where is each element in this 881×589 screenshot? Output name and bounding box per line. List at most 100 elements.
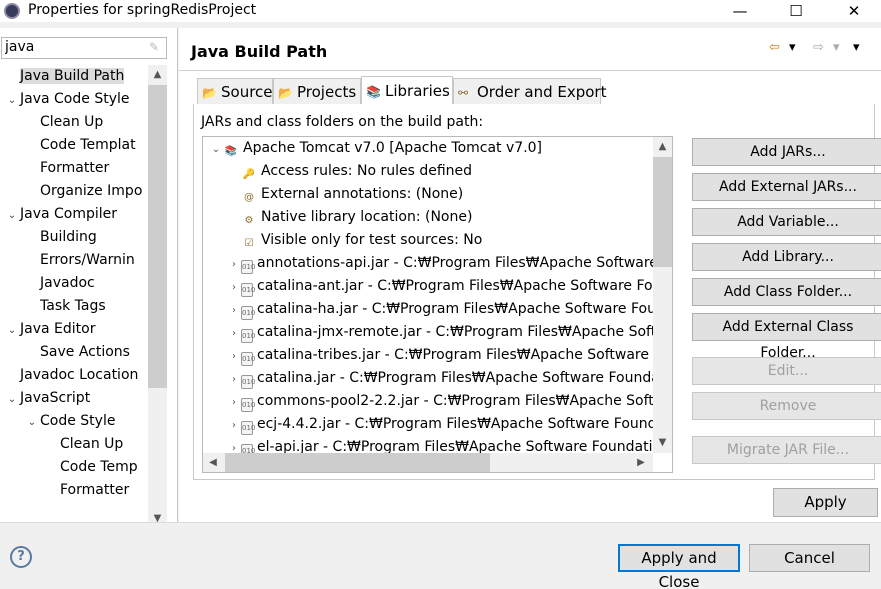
jar-entry[interactable]: › 010 catalina-ant.jar - C:₩Program Files₩… bbox=[227, 275, 653, 298]
nav-tree-item[interactable]: Task Tags bbox=[24, 295, 106, 318]
forward-menu-chevron-icon[interactable]: ▾ bbox=[833, 38, 840, 58]
libraries-vertical-scrollbar[interactable]: ▲ ▼ bbox=[653, 137, 672, 453]
expand-chevron-icon[interactable]: › bbox=[227, 368, 241, 391]
expand-chevron-icon[interactable]: ⌄ bbox=[4, 319, 20, 342]
nav-tree-item[interactable]: Clean Up bbox=[44, 433, 123, 456]
nav-tree-vertical-scrollbar[interactable]: ▲ ▼ bbox=[148, 65, 167, 529]
libraries-horizontal-scrollbar[interactable]: ◀ ▶ bbox=[203, 453, 653, 472]
expand-chevron-icon[interactable]: › bbox=[227, 437, 241, 453]
jar-entry[interactable]: › 010 ecj-4.4.2.jar - C:₩Program Files₩Apa… bbox=[227, 413, 653, 436]
scroll-down-icon[interactable]: ▼ bbox=[653, 433, 672, 453]
add-external-jars-button[interactable]: Add External JARs... bbox=[692, 173, 881, 201]
migrate-jar-button[interactable]: Migrate JAR File... bbox=[692, 436, 881, 464]
forward-arrow-icon[interactable]: ⇨ bbox=[813, 38, 824, 58]
jar-entry[interactable]: › 010 catalina.jar - C:₩Program Files₩Apac… bbox=[227, 367, 653, 390]
nav-tree-item[interactable]: Errors/Warnin bbox=[24, 249, 135, 272]
library-container[interactable]: ⌄ 📚 Apache Tomcat v7.0 [Apache Tomcat v7.0… bbox=[209, 137, 542, 160]
expand-chevron-icon[interactable]: › bbox=[227, 414, 241, 437]
expand-chevron-icon[interactable]: ⌄ bbox=[24, 411, 40, 434]
add-library-button[interactable]: Add Library... bbox=[692, 243, 881, 271]
library-attribute[interactable]: @ External annotations: (None) bbox=[227, 183, 463, 206]
nav-tree-item[interactable]: Save Actions bbox=[24, 341, 130, 364]
filter-input[interactable] bbox=[5, 39, 145, 55]
expand-chevron-icon[interactable]: › bbox=[227, 299, 241, 322]
expand-chevron-icon[interactable]: ⌄ bbox=[209, 138, 223, 161]
nav-tree-item[interactable]: ⌄ Java Compiler bbox=[4, 203, 117, 226]
nav-tree-item-label: Formatter bbox=[40, 160, 110, 176]
jar-entry[interactable]: › 010 el-api.jar - C:₩Program Files₩Apache… bbox=[227, 436, 653, 453]
tab-libraries[interactable]: 📚 Libraries bbox=[361, 76, 453, 104]
projects-icon: 📂 bbox=[278, 86, 293, 100]
clear-filter-icon[interactable]: ✎ bbox=[149, 40, 163, 54]
view-menu-chevron-icon[interactable]: ▾ bbox=[853, 38, 860, 58]
nav-tree-item-label: Code Templat bbox=[40, 137, 136, 153]
library-row-label: catalina-jmx-remote.jar - C:₩Program Fil… bbox=[257, 324, 653, 340]
filter-field[interactable]: ✎ bbox=[1, 37, 167, 59]
jar-entry[interactable]: › 010 annotations-api.jar - C:₩Program Fil… bbox=[227, 252, 653, 275]
help-icon[interactable]: ? bbox=[10, 546, 32, 568]
nav-tree-item[interactable]: Clean Up bbox=[24, 111, 103, 134]
add-external-class-folder-button[interactable]: Add External Class Folder... bbox=[692, 313, 881, 361]
nav-tree-item-label: Javadoc Location bbox=[20, 367, 139, 383]
nav-tree-item[interactable]: Formatter bbox=[24, 157, 109, 180]
page-navigation: ⇦ ▾ ⇨ ▾ ▾ bbox=[769, 38, 869, 58]
nav-tree-item[interactable]: Code Templat bbox=[24, 134, 136, 157]
nav-tree-item[interactable]: ⌄ Java Editor bbox=[4, 318, 96, 342]
nav-tree-item[interactable]: Building bbox=[24, 226, 97, 249]
tab-order-and-export[interactable]: ⚯ Order and Export bbox=[453, 78, 607, 104]
library-attribute[interactable]: ⚙ Native library location: (None) bbox=[227, 206, 473, 229]
nav-tree-item[interactable]: Code Temp bbox=[44, 456, 138, 479]
expand-chevron-icon[interactable]: › bbox=[227, 276, 241, 299]
nav-tree-item[interactable]: Javadoc Location bbox=[4, 364, 138, 387]
expand-chevron-icon[interactable]: › bbox=[227, 322, 241, 345]
nav-tree-item[interactable]: Formatter bbox=[44, 479, 129, 502]
scroll-thumb[interactable] bbox=[225, 453, 490, 472]
apply-button[interactable]: Apply bbox=[773, 488, 878, 517]
close-button[interactable]: ✕ bbox=[831, 0, 877, 22]
add-class-folder-button[interactable]: Add Class Folder... bbox=[692, 278, 881, 306]
back-menu-chevron-icon[interactable]: ▾ bbox=[789, 38, 796, 58]
add-jars-button[interactable]: Add JARs... bbox=[692, 138, 881, 166]
nav-tree-item[interactable]: Java Build Path bbox=[4, 65, 125, 88]
back-arrow-icon[interactable]: ⇦ bbox=[769, 38, 780, 58]
jar-entry[interactable]: › 010 catalina-ha.jar - C:₩Program Files₩A… bbox=[227, 298, 653, 321]
jar-entry[interactable]: › 010 catalina-tribes.jar - C:₩Program Fil… bbox=[227, 344, 653, 367]
tab-projects[interactable]: 📂 Projects bbox=[273, 78, 361, 104]
library-attribute[interactable]: ☑ Visible only for test sources: No bbox=[227, 229, 483, 252]
libraries-tree[interactable]: ⌄ 📚 Apache Tomcat v7.0 [Apache Tomcat v7.0… bbox=[202, 136, 673, 473]
expand-chevron-icon[interactable]: › bbox=[227, 253, 241, 276]
native-library-icon: ⚙ bbox=[244, 215, 254, 226]
title-separator bbox=[179, 70, 881, 71]
nav-tree-item[interactable]: ⌄ Code Style bbox=[24, 410, 116, 434]
cancel-button[interactable]: Cancel bbox=[749, 544, 870, 572]
scroll-left-icon[interactable]: ◀ bbox=[203, 453, 223, 472]
nav-tree-item[interactable]: Organize Impo bbox=[24, 180, 142, 203]
scroll-up-icon[interactable]: ▲ bbox=[148, 65, 167, 85]
expand-chevron-icon[interactable]: ⌄ bbox=[4, 204, 20, 227]
nav-tree-item[interactable]: ⌄ Java Code Style bbox=[4, 88, 130, 112]
expand-chevron-icon[interactable]: › bbox=[227, 345, 241, 368]
nav-tree-item-label: Errors/Warnin bbox=[40, 252, 135, 268]
apply-and-close-button[interactable]: Apply and Close bbox=[618, 544, 740, 589]
remove-button[interactable]: Remove bbox=[692, 392, 881, 420]
jar-icon: 010 bbox=[241, 260, 255, 274]
jar-entry[interactable]: › 010 commons-pool2-2.2.jar - C:₩Program F… bbox=[227, 390, 653, 413]
edit-button[interactable]: Edit... bbox=[692, 357, 881, 385]
libraries-tree-rows: ⌄ 📚 Apache Tomcat v7.0 [Apache Tomcat v7.0… bbox=[203, 137, 653, 453]
tab-source[interactable]: 📂 Source bbox=[197, 78, 273, 104]
nav-tree-item[interactable]: Javadoc bbox=[24, 272, 95, 295]
jar-entry[interactable]: › 010 catalina-jmx-remote.jar - C:₩Program… bbox=[227, 321, 653, 344]
maximize-button[interactable]: ☐ bbox=[773, 0, 819, 22]
scroll-right-icon[interactable]: ▶ bbox=[631, 453, 651, 472]
scroll-up-icon[interactable]: ▲ bbox=[653, 137, 672, 157]
library-row-label: Apache Tomcat v7.0 [Apache Tomcat v7.0] bbox=[243, 140, 543, 156]
expand-chevron-icon[interactable]: ⌄ bbox=[4, 388, 20, 411]
expand-chevron-icon[interactable]: › bbox=[227, 391, 241, 414]
nav-tree-item[interactable]: ⌄ JavaScript bbox=[4, 387, 90, 410]
add-variable-button[interactable]: Add Variable... bbox=[692, 208, 881, 236]
minimize-button[interactable]: — bbox=[717, 0, 763, 22]
expand-chevron-icon[interactable]: ⌄ bbox=[4, 89, 20, 112]
scroll-thumb[interactable] bbox=[148, 85, 167, 388]
library-attribute[interactable]: 🔑 Access rules: No rules defined bbox=[227, 160, 472, 183]
scroll-thumb[interactable] bbox=[653, 157, 672, 267]
